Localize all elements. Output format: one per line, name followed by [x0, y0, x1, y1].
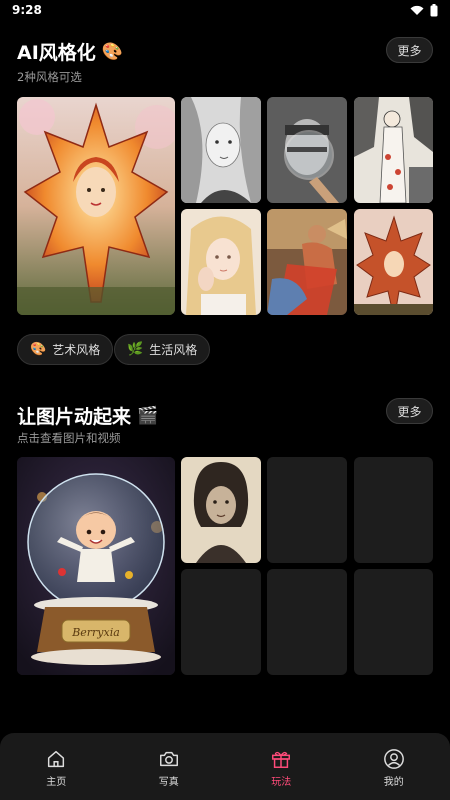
- animate-placeholder-tile[interactable]: [267, 569, 347, 675]
- nav-item-home[interactable]: 主页: [0, 733, 113, 800]
- bottom-nav: 主页 写真 玩法 我的: [0, 733, 450, 800]
- pencil-sketch-girl-image: [181, 97, 261, 203]
- section-title-text: 让图片动起来: [17, 406, 132, 428]
- status-bar: 9:28: [0, 0, 450, 22]
- camera-icon: [159, 751, 178, 767]
- section-subtitle: 点击查看图片和视频: [17, 431, 121, 445]
- blonde-girl-image: [181, 209, 261, 315]
- animate-placeholder-tile[interactable]: [354, 457, 433, 563]
- style-sample-leaf[interactable]: [354, 209, 433, 315]
- section-title-ai-style: AI风格化 🎨: [17, 38, 123, 65]
- ink-painting-woman-image: [354, 97, 433, 203]
- section-subtitle: 2种风格可选: [17, 70, 82, 84]
- chip-label: 艺术风格: [52, 343, 101, 357]
- style-sample-soft-portrait[interactable]: [181, 209, 261, 315]
- nav-label: 写真: [158, 777, 179, 788]
- palette-icon: 🎨: [101, 41, 123, 62]
- gift-icon: [272, 751, 291, 768]
- animate-placeholder-tile[interactable]: [354, 569, 433, 675]
- home-icon: [48, 750, 65, 768]
- chip-life-style[interactable]: 🌿 生活风格: [114, 334, 211, 365]
- more-button-animate[interactable]: 更多: [386, 398, 433, 424]
- clapperboard-icon: 🎬: [137, 405, 159, 426]
- profile-icon: [383, 749, 404, 769]
- animate-sample-globe[interactable]: Berryxia: [17, 457, 175, 675]
- chip-label: 生活风格: [149, 343, 198, 357]
- nav-item-play[interactable]: 玩法: [225, 733, 338, 800]
- maple-leaf-portrait-image: [17, 97, 175, 315]
- nav-item-photo[interactable]: 写真: [113, 733, 226, 800]
- style-sample-sketch[interactable]: [181, 97, 261, 203]
- magnifier-man-image: [267, 97, 347, 203]
- section-title-text: AI风格化: [17, 42, 96, 64]
- style-sample-magnifier[interactable]: [267, 97, 347, 203]
- chip-art-style[interactable]: 🎨 艺术风格: [17, 334, 114, 365]
- nav-label: 玩法: [271, 777, 292, 788]
- more-button-ai-style[interactable]: 更多: [386, 37, 433, 63]
- vintage-woman-portrait-image: [181, 457, 261, 563]
- wifi-icon: [410, 5, 424, 15]
- maple-leaf-art-image: [354, 209, 433, 315]
- status-icons: [410, 4, 438, 17]
- globe-plaque-text: Berryxia: [71, 626, 120, 639]
- nav-label: 主页: [46, 777, 67, 788]
- animate-placeholder-tile[interactable]: [267, 457, 347, 563]
- style-sample-renaissance[interactable]: [267, 209, 347, 315]
- renaissance-figure-image: [267, 209, 347, 315]
- section-title-animate: 让图片动起来 🎬: [17, 402, 158, 429]
- palette-icon: 🎨: [30, 342, 47, 357]
- style-sample-ink[interactable]: [354, 97, 433, 203]
- snow-globe-baby-image: Berryxia: [17, 457, 175, 675]
- style-sample-large[interactable]: [17, 97, 175, 315]
- animate-placeholder-tile[interactable]: [181, 569, 261, 675]
- nav-label: 我的: [383, 777, 404, 788]
- animate-sample-portrait[interactable]: [181, 457, 261, 563]
- status-time: 9:28: [12, 3, 42, 17]
- leaf-icon: 🌿: [127, 342, 144, 357]
- battery-icon: [430, 4, 438, 17]
- nav-item-mine[interactable]: 我的: [338, 733, 450, 800]
